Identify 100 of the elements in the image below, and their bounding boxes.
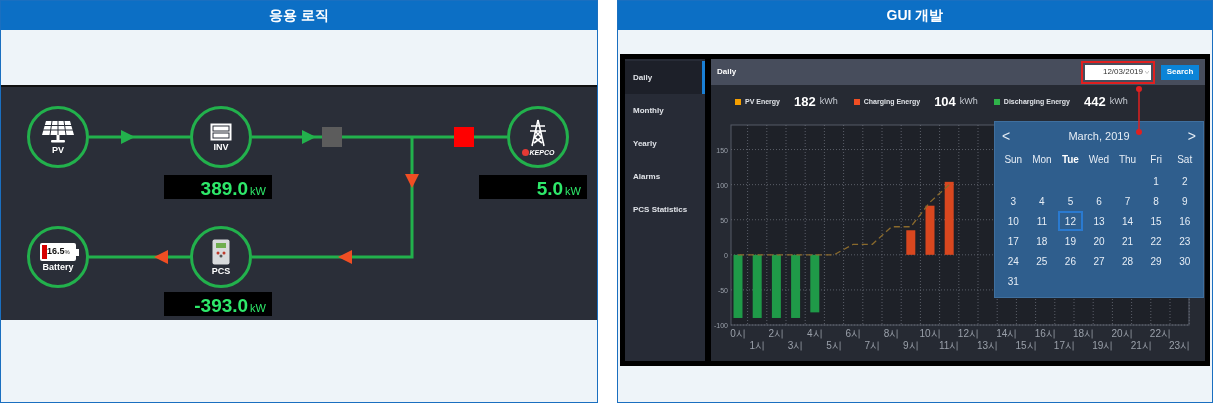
panel-header: GUI 개발 [618,1,1212,30]
calendar-day[interactable]: 3 [1001,191,1026,211]
power-value: 5.0 [536,179,564,198]
unit-label: kW [565,186,581,198]
previous-month-button[interactable]: < [1002,129,1011,143]
power-value: 389.0 [200,179,249,198]
weekday-label: Wed [1087,153,1111,167]
axis-tick-label: 7시 [864,340,881,351]
chart-bar [791,254,801,318]
calendar-day[interactable]: 25 [1029,251,1055,271]
chart-bar [752,254,762,318]
calendar-day[interactable]: 15 [1143,211,1169,231]
calendar-day[interactable]: 19 [1058,231,1083,251]
calendar-day[interactable]: 14 [1115,211,1140,231]
sidebar-item[interactable]: Monthly [625,94,705,127]
energy-value: 104 [934,93,956,112]
calendar-day[interactable]: 22 [1143,231,1169,251]
node-label: INV [213,142,229,152]
axis-tick-label: 21시 [1130,340,1152,351]
weekday-label: Thu [1117,153,1138,167]
power-converter-icon [212,238,230,265]
calendar-day[interactable]: 23 [1172,231,1197,251]
axis-tick-label: 20시 [1111,328,1133,339]
logo-mark-icon [521,148,529,156]
power-tower-icon [528,118,548,147]
calendar-day[interactable]: 5 [1058,191,1083,211]
unit-label: kW [250,186,266,198]
calendar-day[interactable]: 28 [1115,251,1140,271]
axis-tick-label: 6시 [845,328,861,339]
calendar-day[interactable]: 6 [1086,191,1112,211]
calendar-day[interactable]: 13 [1086,211,1112,231]
axis-tick-label: 23시 [1169,340,1191,351]
axis-tick-label: 16시 [1034,328,1056,339]
calendar-day[interactable]: 27 [1086,251,1112,271]
axis-tick-label: 13시 [977,340,999,351]
axis-tick-label: 11시 [939,340,960,351]
leader-line [1135,86,1143,136]
node-label: Battery [42,262,74,272]
calendar-day[interactable]: 7 [1115,191,1140,211]
calendar-day[interactable]: 11 [1029,211,1055,231]
calendar-day[interactable]: 4 [1029,191,1055,211]
chart-bar [771,254,781,318]
calendar-day[interactable]: 18 [1029,231,1055,251]
next-month-button[interactable]: > [1187,129,1196,143]
axis-tick-label: 5시 [826,340,842,351]
unit-label: kWh [1109,95,1128,109]
panel-header: 응용 로직 [1,1,597,30]
month-title: March, 2019 [1068,128,1130,144]
unit-label: kWh [819,95,838,109]
node-label: PV [52,145,64,155]
axis-tick-label: 18시 [1073,328,1095,339]
unit-label: kWh [959,95,978,109]
axis-tick-label: 3시 [787,340,804,351]
axis-tick-label: 8시 [883,328,900,339]
calendar-day[interactable]: 10 [1001,211,1026,231]
calendar-day[interactable]: 12 [1058,211,1083,231]
weekday-label: Sat [1176,153,1194,167]
weekday-label: Mon [1031,153,1053,167]
axis-tick-label: 2시 [768,328,785,339]
inverter-icon [210,122,232,141]
solar-panel-icon [41,119,75,144]
sidebar-item[interactable]: Daily [625,61,705,94]
axis-tick-label: 14시 [996,328,1018,339]
calendar-day[interactable]: 20 [1086,231,1112,251]
calendar-day[interactable]: 16 [1172,211,1197,231]
axis-tick-label: 22시 [1149,328,1171,339]
calendar-day[interactable]: 17 [1001,231,1026,251]
weekday-label: Sun [1003,153,1024,167]
axis-tick-label: 10시 [919,328,941,339]
calendar-day[interactable]: 31 [1001,271,1026,291]
sidebar-item[interactable]: Alarms [625,160,705,193]
calendar-day[interactable]: 26 [1058,251,1083,271]
axis-tick-label: 1시 [749,340,765,351]
axis-tick-label: 12시 [957,328,979,339]
calendar-day[interactable]: 30 [1172,251,1197,271]
calendar-day[interactable]: 21 [1115,231,1140,251]
chart-bar [733,254,743,318]
chart-bar [925,205,935,255]
chart-bar [810,254,820,313]
calendar-day[interactable]: 8 [1143,191,1169,211]
sidebar-item[interactable]: PCS Statistics [625,193,705,226]
calendar-day[interactable]: 1 [1143,171,1169,191]
date-field[interactable]: 12/03/2019 [1085,64,1151,80]
calendar-day[interactable]: 29 [1143,251,1169,271]
energy-value: 442 [1083,93,1106,112]
weekday-label: Tue [1060,153,1080,167]
calendar-day[interactable]: 24 [1001,251,1026,271]
axis-tick-label: 15시 [1015,340,1037,351]
weekday-label: Fri [1149,153,1163,167]
chevron-down-icon [1145,70,1149,74]
search-button[interactable]: Search [1161,64,1199,80]
calendar-day[interactable]: 9 [1172,191,1197,211]
axis-tick-label: 4시 [807,328,823,339]
calendar-day[interactable]: 2 [1172,171,1197,191]
energy-value: 182 [794,93,816,112]
sidebar-item[interactable]: Yearly [625,127,705,160]
node-label: PCS [211,266,231,276]
power-value: -393.0 [194,296,249,315]
unit-label: kW [250,303,266,315]
axis-tick-label: 17시 [1053,340,1075,351]
